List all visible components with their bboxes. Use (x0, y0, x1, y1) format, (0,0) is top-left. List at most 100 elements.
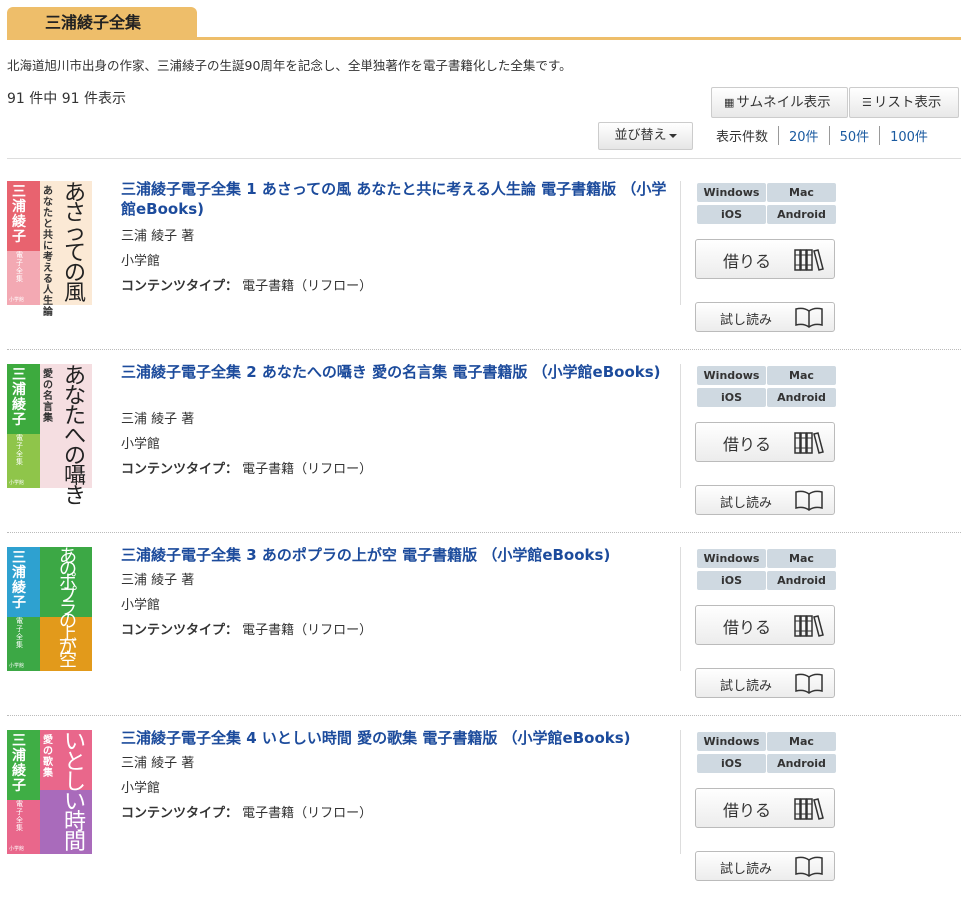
cover-subtitle: あなたと共に考える人生論 (43, 186, 53, 318)
platform-badge: Android (767, 388, 836, 407)
sort-dropdown[interactable]: 並び替え (598, 122, 693, 150)
list-top-divider (7, 158, 961, 159)
book-divider (7, 349, 961, 350)
borrow-button[interactable]: 借りる (695, 422, 835, 462)
series-description: 北海道旭川市出身の作家、三浦綾子の生誕90周年を記念し、全単独著作を電子書籍化し… (7, 58, 572, 73)
per-page-selector: 表示件数 20件 50件 100件 (716, 126, 938, 145)
content-type-value: 電子書籍（リフロー） (242, 623, 373, 638)
cover-main-title: いとしい時間 (64, 730, 87, 855)
platform-badge: Android (767, 205, 836, 224)
content-type-value: 電子書籍（リフロー） (242, 462, 373, 477)
platform-badge: Mac (767, 183, 836, 202)
borrow-button[interactable]: 借りる (695, 788, 835, 828)
grid-icon: ▦ (724, 96, 735, 109)
cover-subtitle: 愛の歌集 (43, 735, 53, 779)
book-author: 三浦 綾子 著 (121, 573, 195, 588)
open-book-icon (794, 489, 824, 515)
cover-author: 三浦綾子 (12, 367, 26, 428)
content-type-label: コンテンツタイプ： (121, 462, 239, 477)
book-content-type: コンテンツタイプ： 電子書籍（リフロー） (121, 275, 372, 294)
borrow-button[interactable]: 借りる (695, 239, 835, 279)
content-type-label: コンテンツタイプ： (121, 806, 239, 821)
cover-main-title: あなたへの囁き (64, 364, 87, 509)
book-title-link[interactable]: 三浦綾子電子全集 4 いとしい時間 愛の歌集 電子書籍版 （小学館eBooks) (121, 728, 673, 748)
thumbnail-view-button[interactable]: ▦ サムネイル表示 (711, 87, 848, 118)
trial-read-label: 試し読み (720, 496, 773, 511)
platform-badge: Windows (697, 366, 766, 385)
column-divider (680, 547, 681, 671)
trial-read-button[interactable]: 試し読み (695, 302, 835, 332)
bookshelf-icon (794, 796, 824, 824)
book-content-type: コンテンツタイプ： 電子書籍（リフロー） (121, 802, 372, 821)
book-title-link[interactable]: 三浦綾子電子全集 1 あさっての風 あなたと共に考える人生論 電子書籍版 （小学… (121, 179, 673, 219)
book-title-link[interactable]: 三浦綾子電子全集 3 あのポプラの上が空 電子書籍版 （小学館eBooks) (121, 545, 673, 565)
content-type-value: 電子書籍（リフロー） (242, 806, 373, 821)
cover-publisher: 小学館 (9, 663, 25, 669)
content-type-label: コンテンツタイプ： (121, 279, 239, 294)
column-divider (680, 730, 681, 854)
column-divider (680, 181, 681, 305)
bookshelf-icon (794, 430, 824, 458)
borrow-button[interactable]: 借りる (695, 605, 835, 645)
trial-read-label: 試し読み (720, 679, 773, 694)
per-page-label: 表示件数 (716, 130, 769, 145)
open-book-icon (794, 306, 824, 332)
book-author: 三浦 綾子 著 (121, 229, 195, 244)
open-book-icon (794, 855, 824, 881)
trial-read-label: 試し読み (720, 862, 773, 877)
cover-series: 電子全集 (16, 434, 23, 466)
per-page-100[interactable]: 100件 (879, 126, 938, 145)
book-divider (7, 532, 961, 533)
list-view-button[interactable]: ☰ リスト表示 (849, 87, 959, 118)
per-page-50[interactable]: 50件 (828, 126, 880, 145)
list-view-label: リスト表示 (873, 94, 942, 111)
platform-badge: iOS (697, 205, 766, 224)
book-publisher: 小学館 (121, 437, 161, 452)
platform-badge: iOS (697, 571, 766, 590)
book-cover[interactable]: 三浦綾子 電子全集 小学館 あのポプラの上が空 (7, 547, 92, 671)
platform-badge: iOS (697, 754, 766, 773)
book-publisher: 小学館 (121, 781, 161, 796)
platform-badge: Windows (697, 732, 766, 751)
platform-badge: Android (767, 571, 836, 590)
cover-main-title: あさっての風 (64, 181, 87, 306)
book-author: 三浦 綾子 著 (121, 412, 195, 427)
book-content-type: コンテンツタイプ： 電子書籍（リフロー） (121, 458, 372, 477)
borrow-label: 借りる (723, 801, 772, 820)
borrow-label: 借りる (723, 435, 772, 454)
book-item: 三浦綾子 電子全集 小学館 あのポプラの上が空 三浦綾子電子全集 3 あのポプラの上が空… (0, 545, 969, 727)
platform-badge: Android (767, 754, 836, 773)
caret-down-icon (668, 133, 677, 138)
book-cover[interactable]: 三浦綾子 電子全集 小学館 いとしい時間 愛の歌集 (7, 730, 92, 854)
book-content-type: コンテンツタイプ： 電子書籍（リフロー） (121, 619, 372, 638)
cover-series: 電子全集 (16, 617, 23, 649)
book-title-link[interactable]: 三浦綾子電子全集 2 あなたへの囁き 愛の名言集 電子書籍版 （小学館eBook… (121, 362, 673, 382)
book-publisher: 小学館 (121, 598, 161, 613)
borrow-label: 借りる (723, 252, 772, 271)
cover-publisher: 小学館 (9, 297, 25, 303)
content-type-value: 電子書籍（リフロー） (242, 279, 373, 294)
platform-badge: Windows (697, 549, 766, 568)
result-count: 91 件中 91 件表示 (7, 91, 126, 107)
platform-badge: Windows (697, 183, 766, 202)
platform-badge: iOS (697, 388, 766, 407)
platform-badge: Mac (767, 549, 836, 568)
book-divider (7, 715, 961, 716)
book-author: 三浦 綾子 著 (121, 756, 195, 771)
trial-read-button[interactable]: 試し読み (695, 668, 835, 698)
book-cover[interactable]: 三浦綾子 電子全集 小学館 あさっての風 あなたと共に考える人生論 (7, 181, 92, 318)
bookshelf-icon (794, 613, 824, 641)
book-item: 三浦綾子電子全集 小学館 あなたへの囁き 愛の名言集 三浦綾子電子全集 2 あなたへの囁… (0, 362, 969, 544)
cover-main-title: あのポプラの上が空 (59, 546, 77, 671)
platform-badge: Mac (767, 732, 836, 751)
bookshelf-icon (794, 247, 824, 275)
per-page-20[interactable]: 20件 (778, 126, 829, 145)
title-underline (7, 37, 961, 40)
trial-read-button[interactable]: 試し読み (695, 851, 835, 881)
trial-read-button[interactable]: 試し読み (695, 485, 835, 515)
column-divider (680, 364, 681, 488)
cover-subtitle: 愛の名言集 (43, 369, 53, 424)
series-title-tab: 三浦綾子全集 (7, 7, 197, 38)
book-cover[interactable]: 三浦綾子 電子全集 小学館 あなたへの囁き 愛の名言集 (7, 364, 92, 508)
open-book-icon (794, 672, 824, 698)
